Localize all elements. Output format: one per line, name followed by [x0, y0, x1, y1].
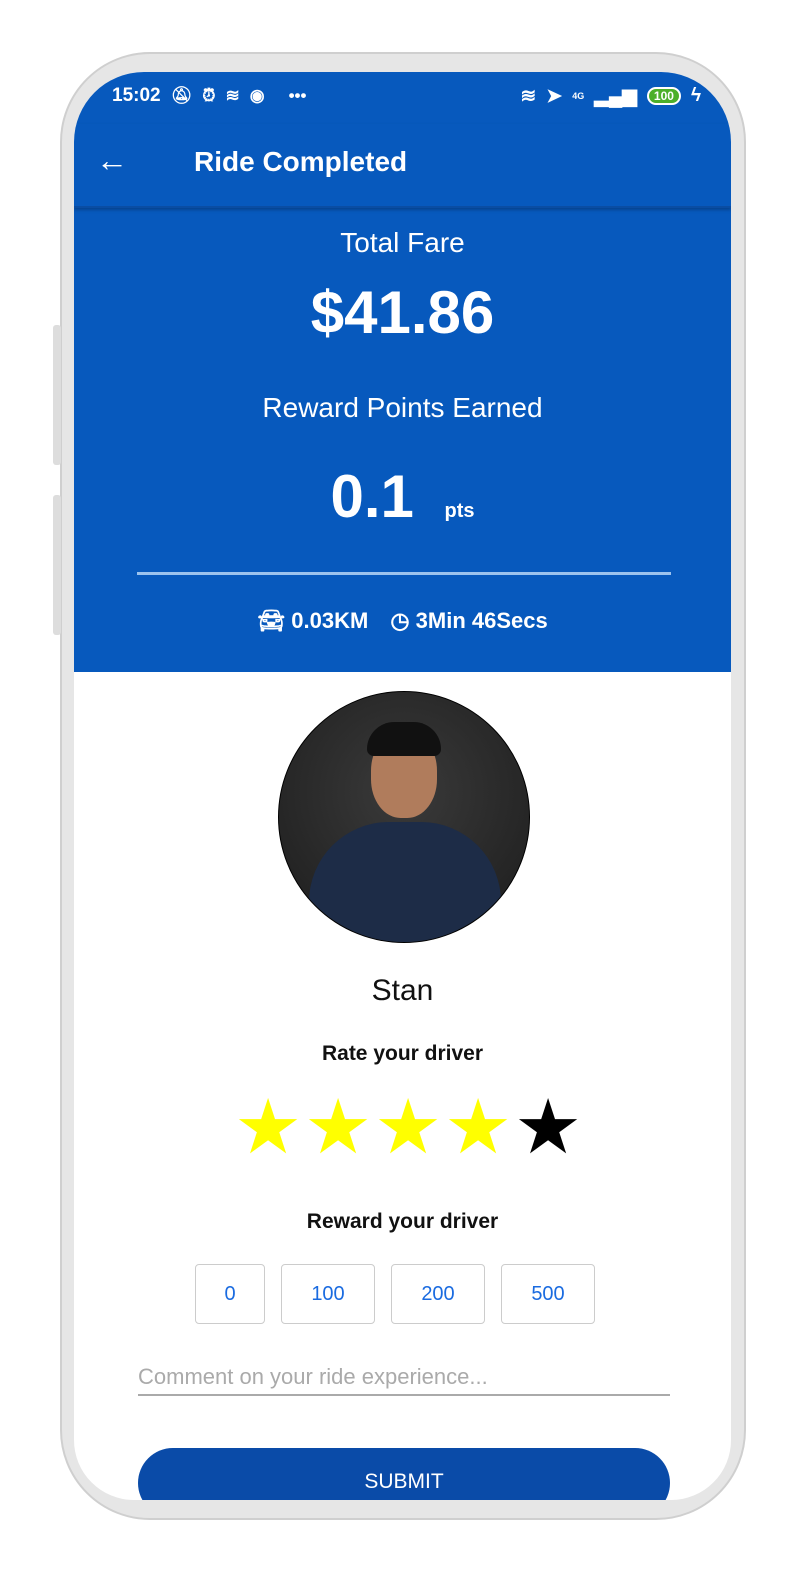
reward-points: 0.1 pts	[74, 462, 731, 531]
total-fare-amount: $41.86	[310, 279, 495, 346]
wifi-icon: ≋	[520, 85, 537, 107]
clock-icon: ◷	[390, 608, 410, 633]
reward-option-200[interactable]: 200	[391, 1264, 485, 1324]
star-icon-4[interactable]: ★	[444, 1090, 512, 1166]
screen: 15:02 🔕︎ ⏰︎ ≋ ◉ ••• ≋ ➤ 4G ▂▄▆ 100 ϟ ← R…	[74, 72, 731, 1500]
fare-summary-panel: 15:02 🔕︎ ⏰︎ ≋ ◉ ••• ≋ ➤ 4G ▂▄▆ 100 ϟ ← R…	[74, 72, 731, 672]
star-icon-5[interactable]: ★	[514, 1090, 582, 1166]
bell-off-icon: 🔕︎	[170, 86, 193, 105]
star-icon-3[interactable]: ★	[374, 1090, 442, 1166]
more-icon: •••	[288, 86, 307, 105]
power-button	[53, 495, 61, 635]
reward-points-unit: pts	[444, 500, 475, 522]
network-type: 4G	[572, 91, 585, 101]
rate-driver-label: Rate your driver	[321, 1042, 484, 1065]
volume-button	[53, 325, 61, 465]
signal-icon: ▂▄▆	[594, 85, 637, 107]
reward-option-100[interactable]: 100	[281, 1264, 375, 1324]
page-title: Ride Completed	[194, 146, 408, 177]
divider	[137, 572, 671, 575]
reward-driver-label: Reward your driver	[306, 1210, 499, 1233]
trip-distance: 0.03KM	[291, 608, 369, 633]
driver-avatar	[278, 691, 530, 943]
trip-duration: 3Min 46Secs	[415, 608, 548, 633]
reward-options: 0 100 200 500	[195, 1264, 595, 1324]
status-bar: 15:02 🔕︎ ⏰︎ ≋ ◉ ••• ≋ ➤ 4G ▂▄▆ 100 ϟ	[112, 82, 701, 110]
status-time: 15:02	[112, 85, 161, 106]
star-rating: ★ ★ ★ ★ ★	[234, 1090, 582, 1166]
charging-icon: ϟ	[690, 85, 701, 106]
comment-input[interactable]	[138, 1360, 670, 1396]
location-pin-icon: ◉	[249, 86, 265, 105]
reward-option-500[interactable]: 500	[501, 1264, 595, 1324]
arrow-left-icon[interactable]: ←	[96, 142, 128, 179]
total-fare-label: Total Fare	[340, 227, 465, 258]
star-icon-1[interactable]: ★	[234, 1090, 302, 1166]
trip-stats: 🚘︎ 0.03KM ◷ 3Min 46Secs	[74, 608, 731, 634]
wifi-link-icon: ≋	[225, 86, 240, 105]
alarm-icon: ⏰︎	[202, 86, 216, 105]
reward-points-label: Reward Points Earned	[262, 392, 543, 423]
submit-button[interactable]: SUBMIT	[138, 1448, 670, 1500]
app-bar: ← Ride Completed	[74, 124, 731, 208]
star-icon-2[interactable]: ★	[304, 1090, 372, 1166]
navigation-icon: ➤	[546, 85, 563, 107]
reward-option-0[interactable]: 0	[195, 1264, 265, 1324]
driver-name: Stan	[371, 974, 434, 1007]
battery-icon: 100	[646, 87, 681, 105]
car-icon: 🚘︎	[257, 608, 286, 633]
reward-points-value: 0.1	[330, 463, 414, 530]
